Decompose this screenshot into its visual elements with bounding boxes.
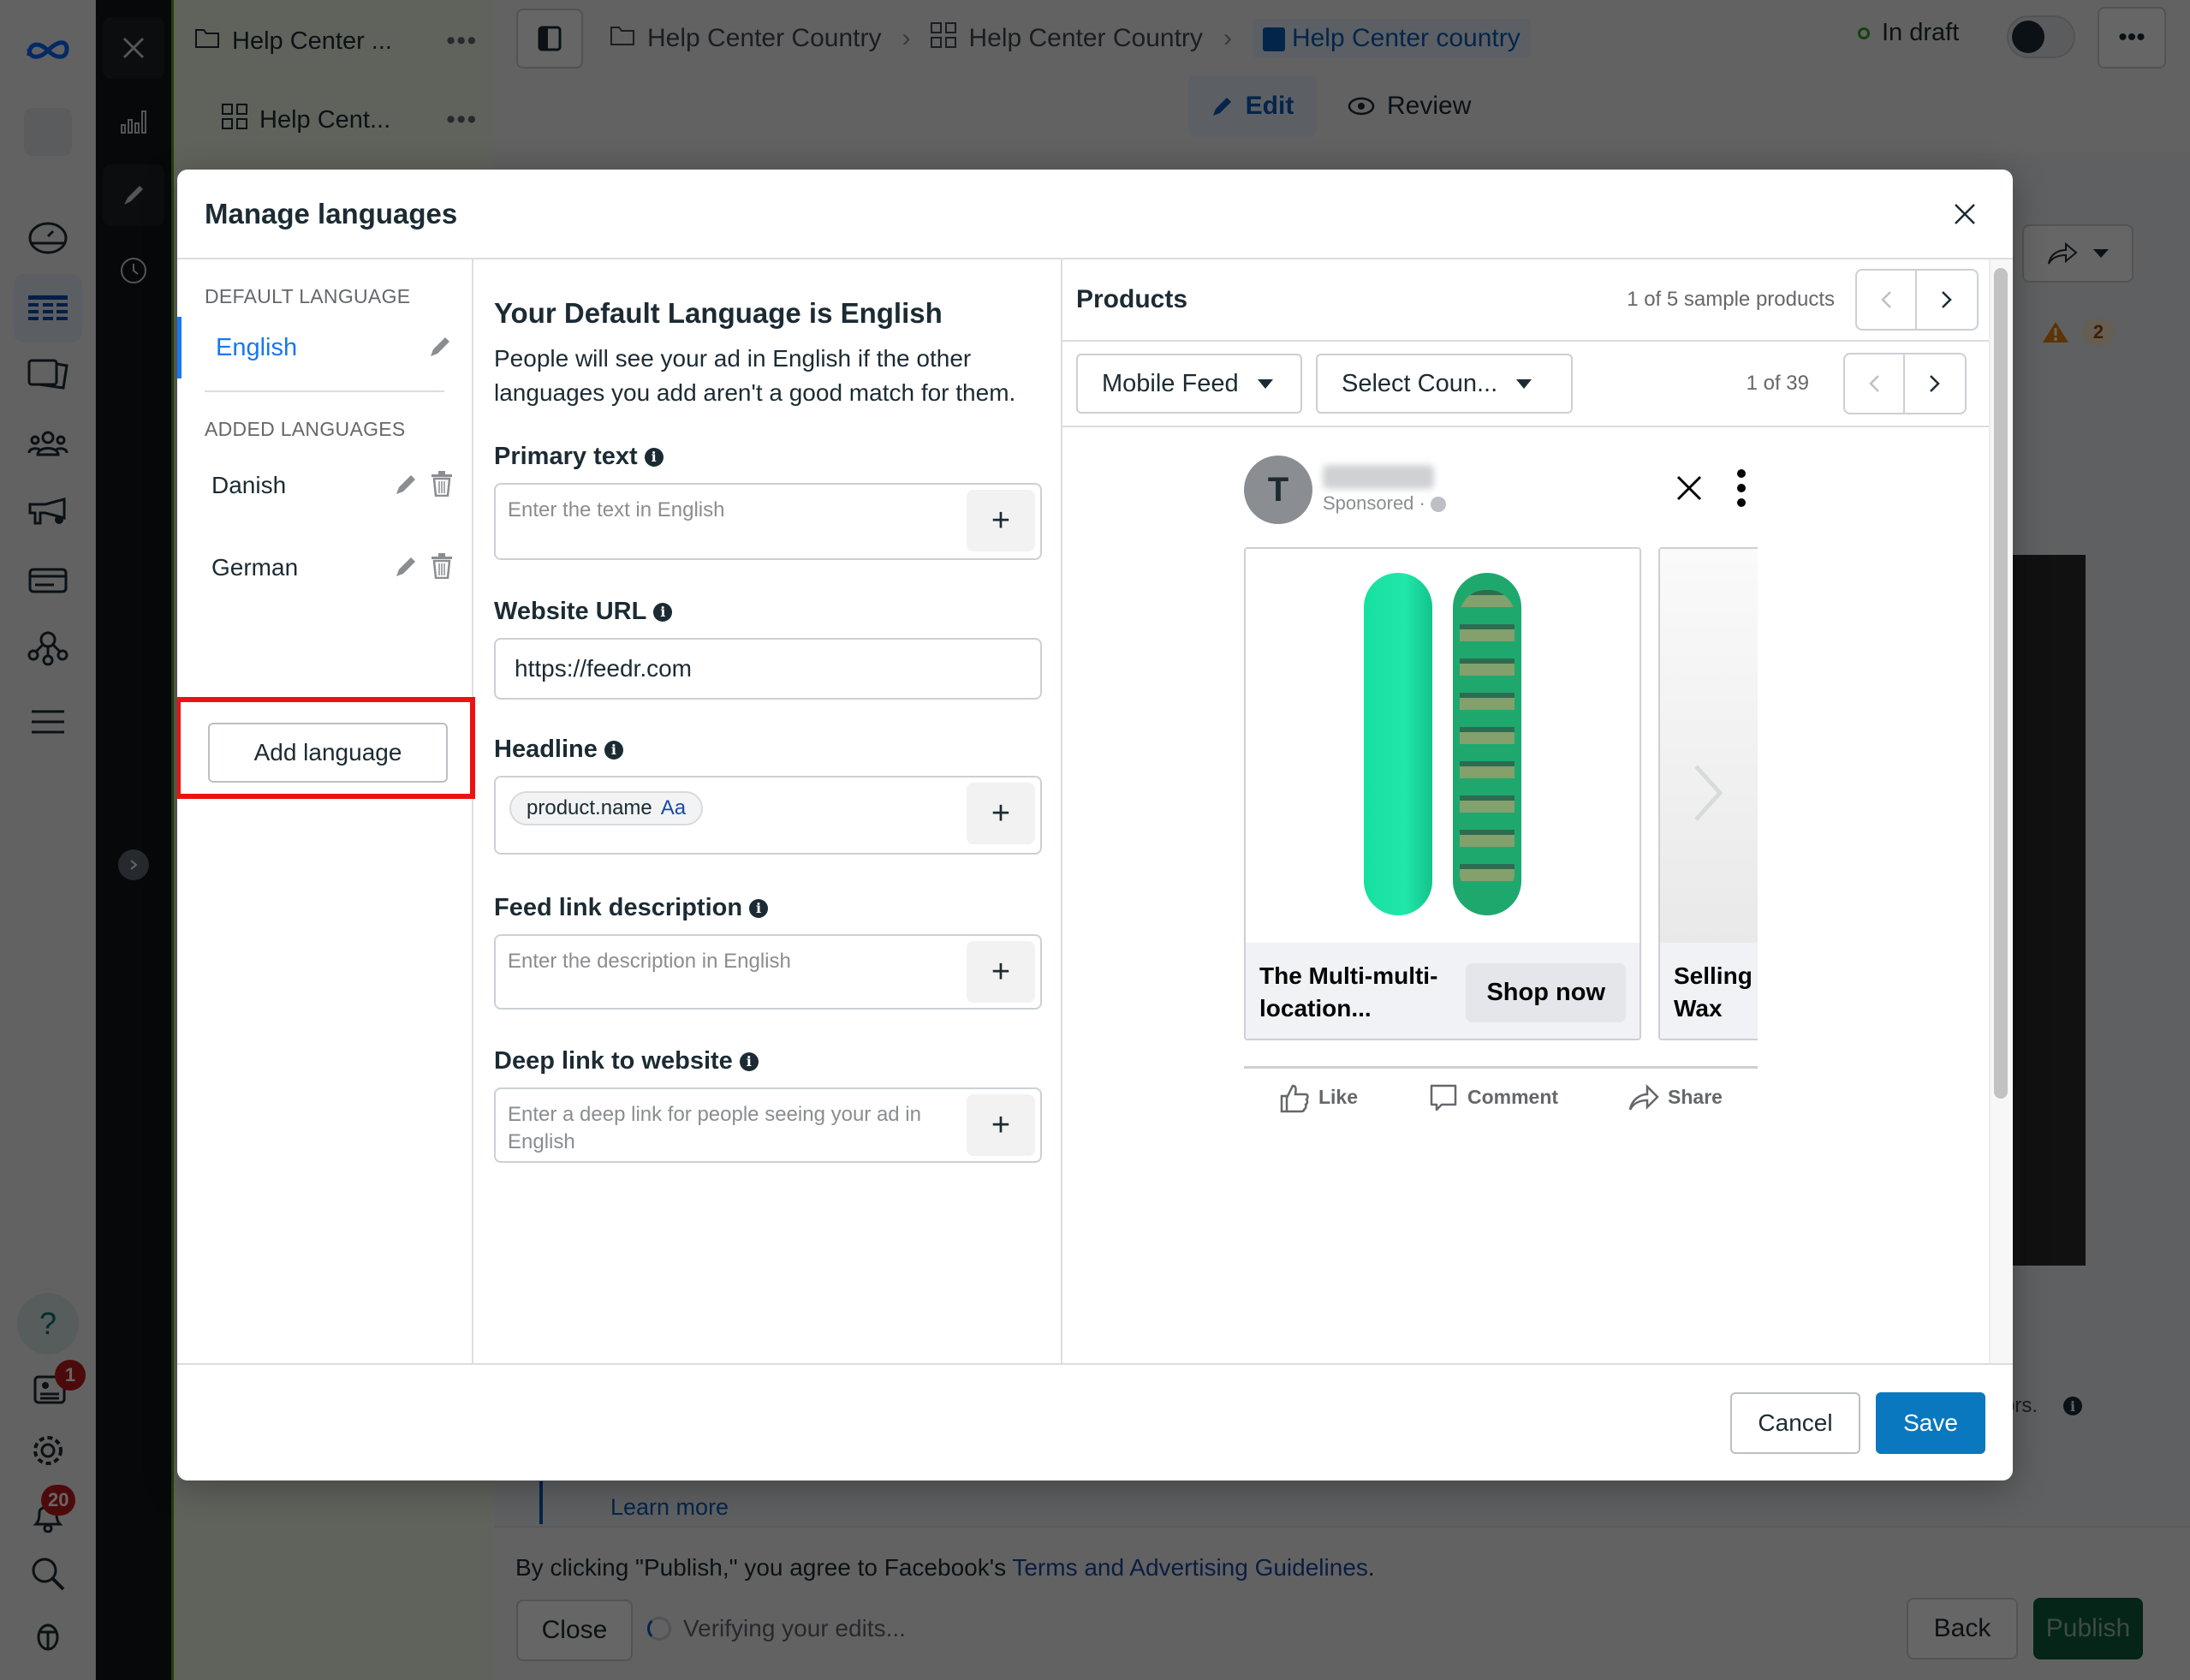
previous-product-button[interactable] (1855, 269, 1917, 331)
primary-text-label: Primary text i (494, 443, 1040, 471)
shop-now-button[interactable]: Shop now (1466, 962, 1626, 1022)
language-item-german[interactable]: German (177, 527, 472, 609)
edit-pencil-icon[interactable] (395, 554, 419, 582)
caret-down-icon (1516, 378, 1532, 389)
carousel-next-icon (1694, 765, 1723, 821)
placement-count: 1 of 39 (1746, 372, 1809, 395)
headline-field[interactable]: product.name Aa + (494, 776, 1042, 855)
sponsored-label: Sponsored · (1323, 492, 1446, 515)
share-action[interactable]: Share (1628, 1083, 1723, 1111)
product-image (1246, 549, 1640, 943)
deep-link-field[interactable]: Enter a deep link for people seeing your… (494, 1087, 1042, 1163)
comment-icon (1430, 1084, 1457, 1111)
preview-toolbar: Mobile Feed Select Coun... 1 of 39 (1062, 342, 2013, 427)
form-description: People will see your ad in English if th… (494, 345, 1016, 406)
plus-icon: + (991, 953, 1011, 990)
dialog-title: Manage languages (205, 197, 458, 229)
divider (205, 390, 444, 392)
manage-languages-dialog: Manage languages DEFAULT LANGUAGE Englis… (177, 170, 2013, 1480)
chevron-left-icon (1881, 291, 1891, 308)
placement-dropdown[interactable]: Mobile Feed (1076, 354, 1302, 414)
language-form: Your Default Language is English People … (473, 259, 1062, 1363)
add-headline-button[interactable]: + (967, 783, 1035, 844)
page-avatar: T (1244, 456, 1312, 524)
card-title: The Multi-multi-location... (1259, 962, 1438, 1022)
dialog-header: Manage languages (177, 170, 2013, 259)
ad-preview: T Sponsored · The Multi-multi-location..… (1244, 453, 1758, 1126)
comment-action[interactable]: Comment (1428, 1082, 1558, 1113)
chevron-right-icon (1942, 291, 1952, 308)
default-language-label: DEFAULT LANGUAGE (205, 285, 411, 307)
language-list: DEFAULT LANGUAGE English ADDED LANGUAGES… (177, 259, 475, 1363)
text-case-icon[interactable]: Aa (661, 796, 686, 820)
feed-link-description-field[interactable]: Enter the description in English + (494, 934, 1042, 1010)
info-icon[interactable]: i (653, 602, 673, 622)
sample-products-count: 1 of 5 sample products (1627, 288, 1835, 311)
deep-link-label: Deep link to website i (494, 1047, 1040, 1075)
card-title: Selling Wax (1674, 962, 1753, 1022)
close-dialog-button[interactable] (1944, 194, 1985, 235)
cancel-button[interactable]: Cancel (1730, 1391, 1860, 1454)
preview-scrollbar[interactable] (1989, 259, 2013, 1363)
feed-link-description-label: Feed link description i (494, 894, 1040, 922)
edit-pencil-icon[interactable] (395, 472, 419, 500)
add-deep-link-button[interactable]: + (967, 1094, 1035, 1156)
add-primary-text-button[interactable]: + (967, 490, 1035, 551)
carousel-card[interactable]: The Multi-multi-location... Shop now (1244, 547, 1641, 1040)
language-item-english[interactable]: English (177, 317, 472, 378)
previous-placement-button[interactable] (1843, 353, 1905, 414)
ad-preview-panel: Products 1 of 5 sample products Mobile F… (1062, 259, 2013, 1363)
info-icon[interactable]: i (644, 447, 664, 467)
country-dropdown[interactable]: Select Coun... (1316, 354, 1573, 414)
social-actions: Like Comment Share (1244, 1066, 1758, 1126)
ad-header: T Sponsored · (1244, 453, 1758, 527)
product-carousel: The Multi-multi-location... Shop now Sel… (1244, 547, 1758, 1044)
carousel-card[interactable]: Selling Wax (1658, 547, 1758, 1040)
next-product-button[interactable] (1917, 269, 1979, 331)
plus-icon: + (991, 502, 1011, 539)
form-heading: Your Default Language is English (494, 297, 943, 329)
language-item-danish[interactable]: Danish (177, 444, 472, 527)
next-placement-button[interactable] (1905, 353, 1967, 414)
add-language-button[interactable]: Add language (208, 723, 448, 783)
products-header: Products 1 of 5 sample products (1062, 259, 2013, 342)
info-icon[interactable]: i (749, 898, 769, 918)
placement-pager (1843, 353, 1967, 414)
ad-options-icon[interactable] (1737, 468, 1746, 511)
scrollbar-thumb[interactable] (1994, 268, 2008, 1099)
edit-pencil-icon[interactable] (429, 334, 453, 362)
dialog-body: DEFAULT LANGUAGE English ADDED LANGUAGES… (177, 259, 2013, 1363)
like-action[interactable]: Like (1279, 1082, 1358, 1113)
primary-text-placeholder: Enter the text in English (508, 498, 725, 521)
chevron-right-icon (1930, 375, 1940, 392)
plus-icon: + (991, 1106, 1011, 1143)
add-language-highlight: Add language (177, 697, 475, 799)
share-icon (1628, 1083, 1659, 1111)
snowboard-front (1364, 573, 1432, 915)
globe-icon (1430, 497, 1446, 513)
info-icon[interactable]: i (739, 1051, 759, 1071)
close-icon (1955, 203, 1975, 224)
caret-down-icon (1257, 378, 1273, 389)
info-icon[interactable]: i (604, 740, 623, 760)
added-languages-label: ADDED LANGUAGES (205, 418, 406, 440)
dialog-footer: Cancel Save (177, 1363, 2013, 1480)
thumbs-up-icon (1280, 1084, 1309, 1112)
headline-label: Headline i (494, 736, 1040, 764)
hide-ad-icon[interactable] (1675, 474, 1703, 506)
page-name-redacted (1323, 465, 1434, 489)
chevron-left-icon (1869, 375, 1879, 392)
plus-icon: + (991, 795, 1011, 831)
product-name-token[interactable]: product.name Aa (509, 791, 704, 825)
delete-trash-icon[interactable] (431, 552, 453, 583)
snowboard-back (1453, 573, 1521, 915)
website-url-label: Website URL i (494, 598, 1040, 626)
save-button[interactable]: Save (1876, 1391, 1985, 1454)
delete-trash-icon[interactable] (431, 470, 453, 501)
product-pager (1855, 269, 1979, 331)
website-url-input[interactable]: https://feedr.com (494, 638, 1042, 700)
primary-text-field[interactable]: Enter the text in English + (494, 483, 1042, 560)
add-description-button[interactable]: + (967, 941, 1035, 1003)
